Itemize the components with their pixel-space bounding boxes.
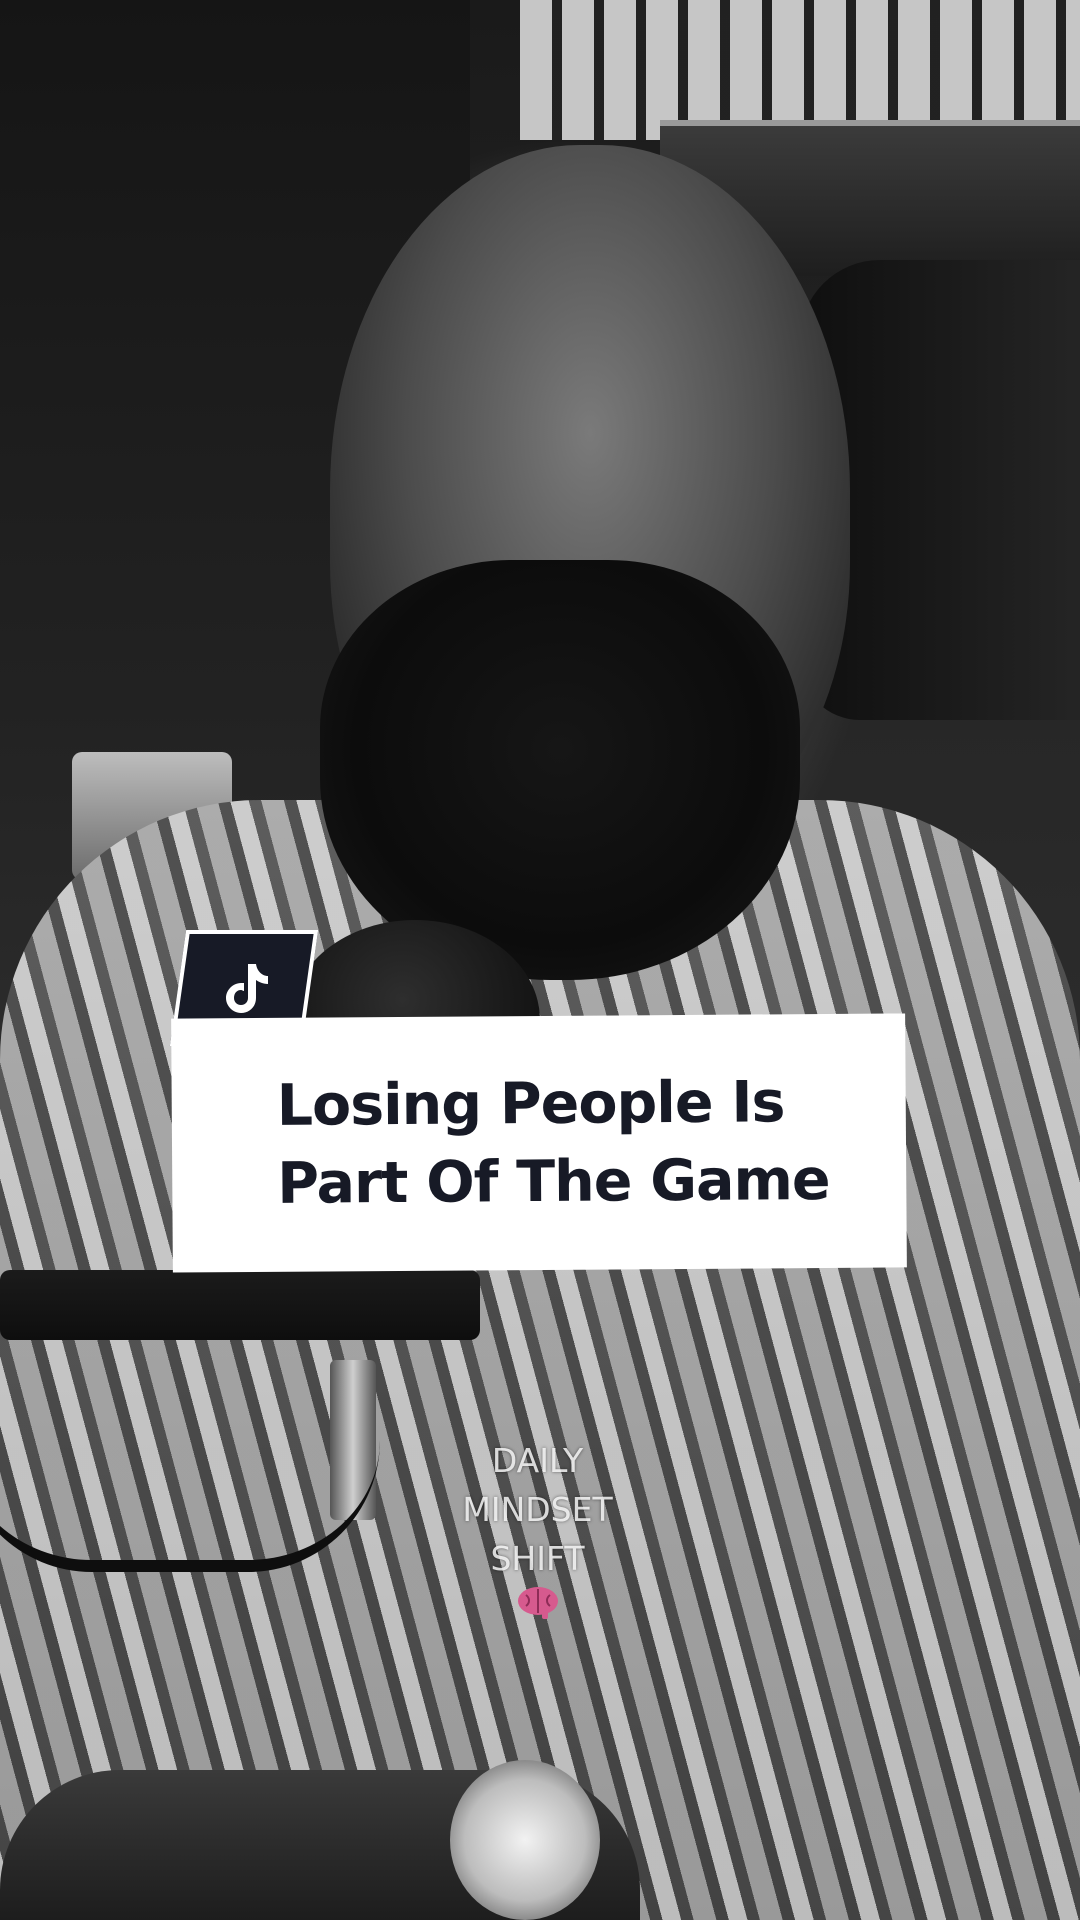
channel-watermark: DAILY MINDSET SHIFT [430,1436,645,1621]
video-frame[interactable] [0,0,1080,1920]
wristwatch [450,1760,600,1920]
microphone-arm [0,1270,480,1340]
video-title: Losing People Is Part Of The Game [276,1063,830,1223]
watermark-line-2: MINDSET [462,1490,613,1529]
person-beard [320,560,800,980]
brain-icon [517,1587,558,1619]
background-slats [520,0,1080,140]
tiktok-note-icon [226,964,268,1013]
watermark-line-1: DAILY [491,1441,584,1480]
watermark-line-3: SHIFT [490,1539,585,1578]
title-card: Losing People Is Part Of The Game [171,1013,907,1273]
title-line-2: Part Of The Game [277,1146,830,1217]
title-line-1: Losing People Is [276,1069,785,1139]
